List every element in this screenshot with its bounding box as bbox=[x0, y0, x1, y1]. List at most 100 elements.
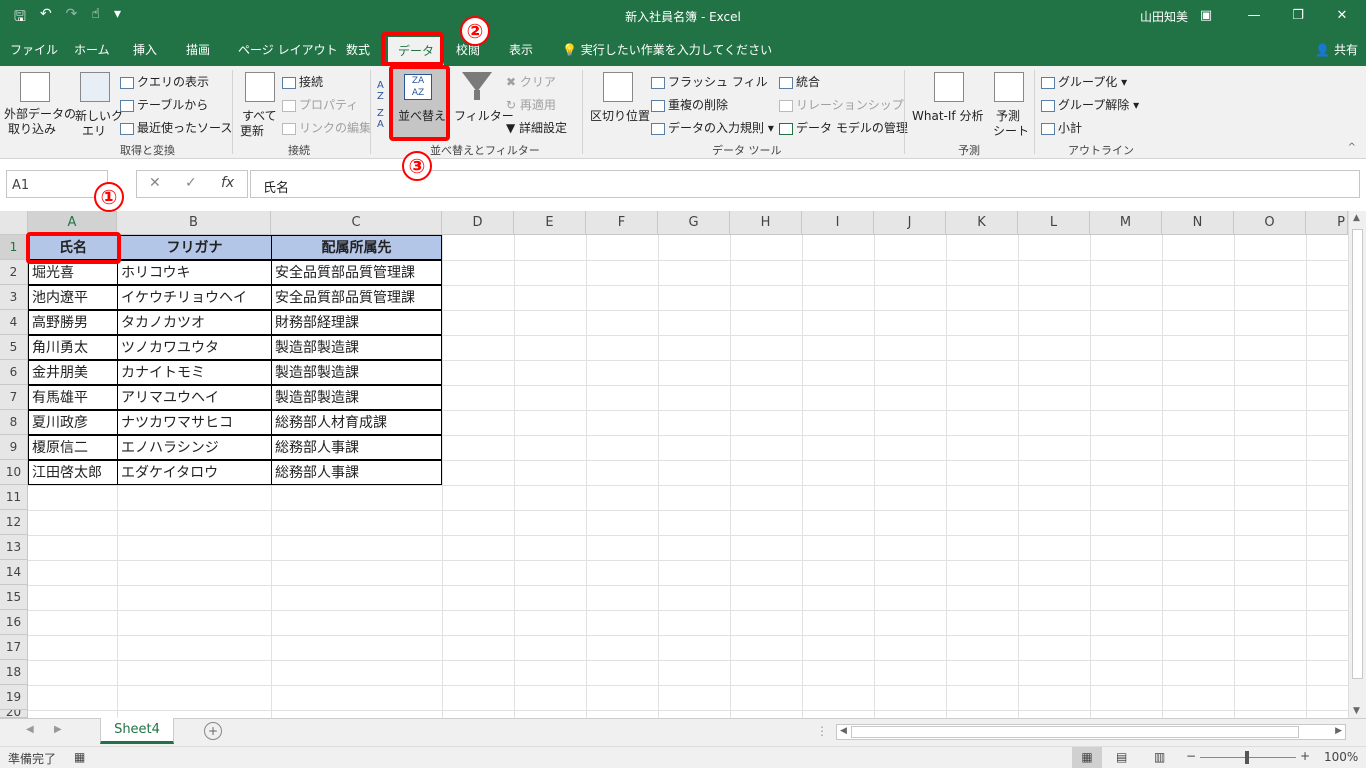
table-cell[interactable]: 財務部経理課 bbox=[271, 310, 442, 335]
sheet-next-icon[interactable]: ▶ bbox=[54, 724, 62, 735]
column-header-f[interactable]: F bbox=[586, 211, 658, 235]
sheet-tab-sheet4[interactable]: Sheet4 bbox=[100, 718, 174, 744]
forecast-sheet-button-line2[interactable]: シート bbox=[993, 122, 1029, 139]
group-button[interactable]: グループ化 ▾ bbox=[1041, 73, 1127, 90]
properties-button[interactable]: プロパティ bbox=[282, 96, 358, 113]
zoom-in-icon[interactable]: + bbox=[1300, 749, 1310, 763]
row-header-17[interactable]: 17 bbox=[0, 635, 28, 660]
user-name[interactable]: 山田知美 bbox=[1140, 8, 1188, 25]
vertical-scrollbar[interactable]: ▲ ▼ bbox=[1348, 211, 1366, 718]
worksheet-grid[interactable]: A B C D E F G H I J K L M N O P 1 2 3 4 … bbox=[0, 211, 1366, 718]
normal-view-icon[interactable]: ▦ bbox=[1072, 747, 1102, 768]
table-cell[interactable]: イケウチリョウヘイ bbox=[117, 285, 272, 310]
table-cell[interactable]: ツノカワユウタ bbox=[117, 335, 272, 360]
column-header-p[interactable]: P bbox=[1306, 211, 1348, 235]
table-cell[interactable]: 総務部人事課 bbox=[271, 460, 442, 485]
scroll-left-icon[interactable]: ◀ bbox=[840, 726, 847, 736]
reapply-button[interactable]: ↻ 再適用 bbox=[506, 96, 556, 113]
row-header-1[interactable]: 1 bbox=[0, 235, 28, 260]
tab-home[interactable]: ホーム bbox=[74, 41, 110, 58]
table-cell[interactable]: タカノカツオ bbox=[117, 310, 272, 335]
subtotal-button[interactable]: 小計 bbox=[1041, 119, 1082, 136]
table-cell[interactable]: ナツカワマサヒコ bbox=[117, 410, 272, 435]
column-header-h[interactable]: H bbox=[730, 211, 802, 235]
relationships-button[interactable]: リレーションシップ bbox=[779, 96, 904, 113]
row-header-5[interactable]: 5 bbox=[0, 335, 28, 360]
ungroup-button[interactable]: グループ解除 ▾ bbox=[1041, 96, 1139, 113]
clear-button[interactable]: ✖ クリア bbox=[506, 73, 556, 90]
tab-file[interactable]: ファイル bbox=[10, 41, 58, 58]
minimize-button[interactable]: — bbox=[1242, 5, 1266, 27]
row-header-20[interactable]: 20 bbox=[0, 710, 28, 718]
row-header-10[interactable]: 10 bbox=[0, 460, 28, 485]
table-cell[interactable]: 製造部製造課 bbox=[271, 335, 442, 360]
table-cell[interactable]: 製造部製造課 bbox=[271, 385, 442, 410]
column-header-j[interactable]: J bbox=[874, 211, 946, 235]
flash-fill-button[interactable]: フラッシュ フィル bbox=[651, 73, 768, 90]
table-cell[interactable]: 安全品質部品質管理課 bbox=[271, 285, 442, 310]
table-cell[interactable]: 総務部人事課 bbox=[271, 435, 442, 460]
zoom-slider-thumb[interactable] bbox=[1245, 751, 1249, 764]
table-header-cell[interactable]: 配属所属先 bbox=[271, 235, 442, 260]
table-cell[interactable]: エダケイタロウ bbox=[117, 460, 272, 485]
table-cell[interactable]: ホリコウキ bbox=[117, 260, 272, 285]
page-layout-view-icon[interactable]: ▤ bbox=[1116, 750, 1127, 764]
row-header-16[interactable]: 16 bbox=[0, 610, 28, 635]
connections-button[interactable]: 接続 bbox=[282, 73, 323, 90]
column-header-i[interactable]: I bbox=[802, 211, 874, 235]
table-cell[interactable]: 池内遼平 bbox=[28, 285, 118, 310]
table-cell[interactable]: 安全品質部品質管理課 bbox=[271, 260, 442, 285]
column-header-m[interactable]: M bbox=[1090, 211, 1162, 235]
row-header-3[interactable]: 3 bbox=[0, 285, 28, 310]
row-header-15[interactable]: 15 bbox=[0, 585, 28, 610]
table-cell[interactable]: 江田啓太郎 bbox=[28, 460, 118, 485]
sort-za-icon[interactable]: ZA bbox=[377, 108, 384, 130]
zoom-level[interactable]: 100% bbox=[1324, 750, 1358, 764]
new-query-button-line2[interactable]: エリ bbox=[82, 122, 106, 139]
edit-links-button[interactable]: リンクの編集 bbox=[282, 119, 371, 136]
filter-button[interactable]: フィルター bbox=[454, 107, 514, 124]
row-header-8[interactable]: 8 bbox=[0, 410, 28, 435]
scroll-down-icon[interactable]: ▼ bbox=[1353, 706, 1360, 716]
insert-function-icon[interactable]: fx bbox=[221, 175, 234, 191]
page-break-view-icon[interactable]: ▥ bbox=[1154, 750, 1165, 764]
table-cell[interactable]: カナイトモミ bbox=[117, 360, 272, 385]
horizontal-scroll-thumb[interactable] bbox=[851, 726, 1299, 738]
cancel-icon[interactable]: ✕ bbox=[149, 175, 161, 191]
table-cell[interactable]: 角川勇太 bbox=[28, 335, 118, 360]
close-button[interactable]: ✕ bbox=[1330, 5, 1354, 27]
share-button[interactable]: 👤 共有 bbox=[1315, 41, 1358, 58]
column-header-e[interactable]: E bbox=[514, 211, 586, 235]
zoom-out-icon[interactable]: − bbox=[1186, 749, 1196, 763]
table-cell[interactable]: 金井朋美 bbox=[28, 360, 118, 385]
row-header-13[interactable]: 13 bbox=[0, 535, 28, 560]
horizontal-scrollbar[interactable]: ◀ ▶ bbox=[836, 724, 1346, 740]
ribbon-display-icon[interactable]: ▣ bbox=[1194, 5, 1218, 27]
row-header-19[interactable]: 19 bbox=[0, 685, 28, 710]
sort-az-icon[interactable]: AZ bbox=[377, 80, 384, 102]
enter-icon[interactable]: ✓ bbox=[185, 175, 197, 191]
remove-duplicates-button[interactable]: 重複の削除 bbox=[651, 96, 728, 113]
from-table-button[interactable]: テーブルから bbox=[120, 96, 208, 113]
table-cell[interactable]: アリマユウヘイ bbox=[117, 385, 272, 410]
tab-view[interactable]: 表示 bbox=[509, 41, 533, 58]
add-sheet-icon[interactable]: + bbox=[204, 722, 222, 740]
table-cell[interactable]: 有馬雄平 bbox=[28, 385, 118, 410]
column-header-d[interactable]: D bbox=[442, 211, 514, 235]
what-if-button[interactable]: What-If 分析 bbox=[912, 107, 983, 124]
restore-button[interactable]: ❐ bbox=[1286, 5, 1310, 27]
tab-insert[interactable]: 挿入 bbox=[133, 41, 157, 58]
table-header-cell[interactable]: フリガナ bbox=[117, 235, 272, 260]
tab-split-handle[interactable]: ⋮ bbox=[816, 724, 828, 738]
column-header-b[interactable]: B bbox=[117, 211, 271, 235]
recent-sources-button[interactable]: 最近使ったソース bbox=[120, 119, 232, 136]
scroll-up-icon[interactable]: ▲ bbox=[1353, 213, 1360, 223]
scroll-right-icon[interactable]: ▶ bbox=[1335, 726, 1342, 736]
row-header-4[interactable]: 4 bbox=[0, 310, 28, 335]
row-header-14[interactable]: 14 bbox=[0, 560, 28, 585]
row-header-18[interactable]: 18 bbox=[0, 660, 28, 685]
column-header-n[interactable]: N bbox=[1162, 211, 1234, 235]
column-header-k[interactable]: K bbox=[946, 211, 1018, 235]
row-header-12[interactable]: 12 bbox=[0, 510, 28, 535]
scroll-thumb[interactable] bbox=[1352, 229, 1363, 679]
